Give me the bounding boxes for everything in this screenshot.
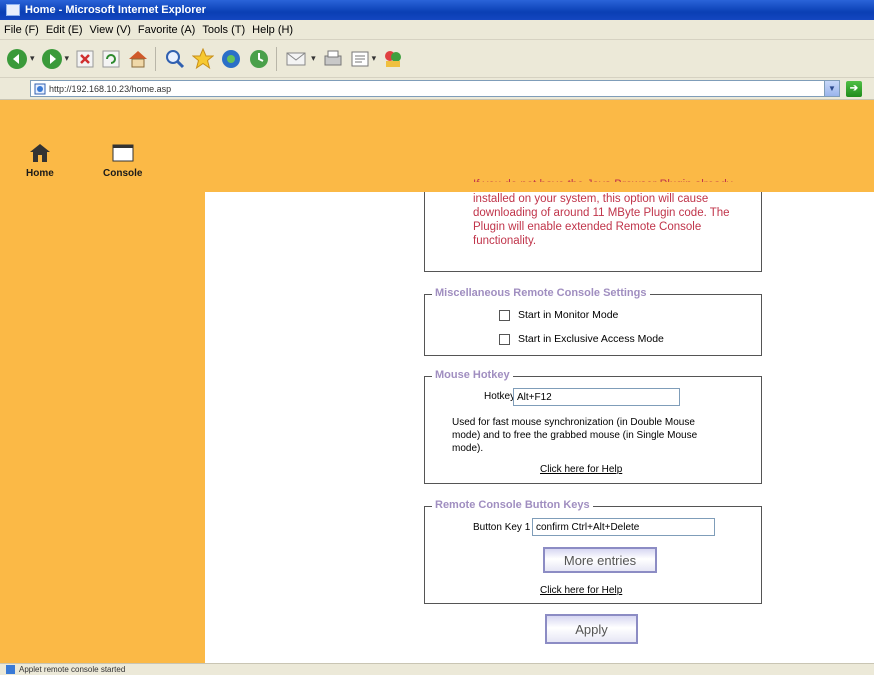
- misc-settings-fieldset: Miscellaneous Remote Console Settings St…: [424, 287, 762, 356]
- edit-icon: [351, 51, 369, 66]
- forward-button[interactable]: ▾: [41, 45, 69, 73]
- hotkey-input[interactable]: Alt+F12: [513, 388, 680, 406]
- sidebar: [0, 192, 205, 663]
- ie-window-icon: [6, 4, 20, 16]
- go-button[interactable]: ➔: [846, 80, 862, 97]
- exclusive-access-label: Start in Exclusive Access Mode: [518, 333, 664, 345]
- menu-file[interactable]: File (F): [4, 24, 39, 36]
- media-button[interactable]: [220, 45, 242, 73]
- hotkey-help-link[interactable]: Click here for Help: [540, 464, 622, 475]
- browser-toolbar: ▾ ▾ ▾ ▾: [0, 40, 874, 78]
- back-icon: [7, 48, 27, 69]
- monitor-mode-label: Start in Monitor Mode: [518, 309, 619, 321]
- exclusive-access-option[interactable]: Start in Exclusive Access Mode: [499, 333, 664, 345]
- console-icon: [112, 144, 134, 162]
- status-text: Applet remote console started: [19, 665, 126, 674]
- menu-help[interactable]: Help (H): [252, 24, 293, 36]
- media-icon: [222, 49, 241, 68]
- nav-console-label: Console: [103, 168, 143, 179]
- button-key-1-label: Button Key 1: [473, 522, 531, 533]
- address-url: http://192.168.10.23/home.asp: [49, 83, 172, 94]
- search-button[interactable]: [164, 45, 186, 73]
- address-input[interactable]: http://192.168.10.23/home.asp ▼: [30, 80, 840, 97]
- forward-icon: [41, 48, 62, 69]
- window-titlebar: Home - Microsoft Internet Explorer: [0, 0, 874, 20]
- status-page-icon: [6, 665, 15, 674]
- favorites-button[interactable]: [192, 45, 215, 73]
- mail-button[interactable]: ▾: [285, 45, 316, 73]
- back-button[interactable]: ▾: [6, 45, 35, 73]
- hotkey-help-text: Used for fast mouse synchronization (in …: [452, 417, 698, 454]
- menu-tools[interactable]: Tools (T): [202, 24, 245, 36]
- monitor-mode-checkbox[interactable]: [499, 309, 510, 321]
- apply-button[interactable]: Apply: [545, 614, 638, 644]
- page-icon: [34, 83, 46, 94]
- window-title: Home - Microsoft Internet Explorer: [25, 4, 206, 16]
- nav-home-label: Home: [26, 168, 54, 179]
- button-keys-help-link[interactable]: Click here for Help: [540, 585, 622, 596]
- exclusive-access-checkbox[interactable]: [499, 333, 510, 345]
- home-toolbar-button[interactable]: [127, 45, 149, 73]
- home-icon: [29, 144, 50, 162]
- stop-button[interactable]: [75, 45, 95, 73]
- print-button[interactable]: [322, 45, 344, 73]
- nav-console[interactable]: Console: [103, 143, 142, 179]
- mouse-hotkey-legend: Mouse Hotkey: [432, 369, 513, 381]
- history-button[interactable]: [248, 45, 270, 73]
- menu-favorites[interactable]: Favorite (A): [138, 24, 195, 36]
- button-key-1-input[interactable]: confirm Ctrl+Alt+Delete: [532, 518, 715, 536]
- menu-edit[interactable]: Edit (E): [46, 24, 83, 36]
- sidebar-clip: [0, 182, 205, 192]
- toolbar-separator: [276, 46, 278, 71]
- address-bar: http://192.168.10.23/home.asp ▼ ➔: [0, 78, 874, 100]
- favorites-icon: [192, 47, 215, 69]
- button-keys-legend: Remote Console Button Keys: [432, 499, 593, 511]
- monitor-mode-option[interactable]: Start in Monitor Mode: [499, 309, 618, 321]
- button-keys-fieldset: Remote Console Button Keys Button Key 1 …: [424, 499, 762, 604]
- more-entries-button[interactable]: More entries: [543, 547, 657, 573]
- go-arrow-icon: ➔: [849, 83, 859, 94]
- refresh-icon: [102, 50, 120, 67]
- home-icon: [129, 50, 148, 67]
- search-icon: [166, 49, 185, 68]
- hotkey-label: Hotkey: [484, 391, 516, 402]
- address-dropdown-icon[interactable]: ▼: [824, 81, 839, 96]
- print-icon: [324, 50, 342, 65]
- menu-view[interactable]: View (V): [90, 24, 131, 36]
- refresh-button[interactable]: [101, 45, 121, 73]
- status-bar: Applet remote console started: [0, 663, 874, 675]
- history-icon: [250, 49, 269, 68]
- mouse-hotkey-fieldset: Mouse Hotkey Hotkey Alt+F12 Used for fas…: [424, 369, 762, 484]
- misc-settings-legend: Miscellaneous Remote Console Settings: [432, 287, 650, 299]
- nav-home[interactable]: Home: [26, 143, 54, 179]
- edit-button[interactable]: ▾: [350, 45, 376, 73]
- toolbar-separator: [155, 46, 157, 71]
- plugin-info-box: If you do not have the Java Browser Plug…: [424, 179, 762, 272]
- stop-icon: [76, 50, 94, 67]
- mail-icon: [286, 52, 306, 65]
- header-band-extension: [205, 182, 874, 192]
- menu-bar: File (F) Edit (E) View (V) Favorite (A) …: [0, 20, 874, 40]
- messenger-button[interactable]: [382, 45, 404, 73]
- messenger-icon: [385, 50, 402, 67]
